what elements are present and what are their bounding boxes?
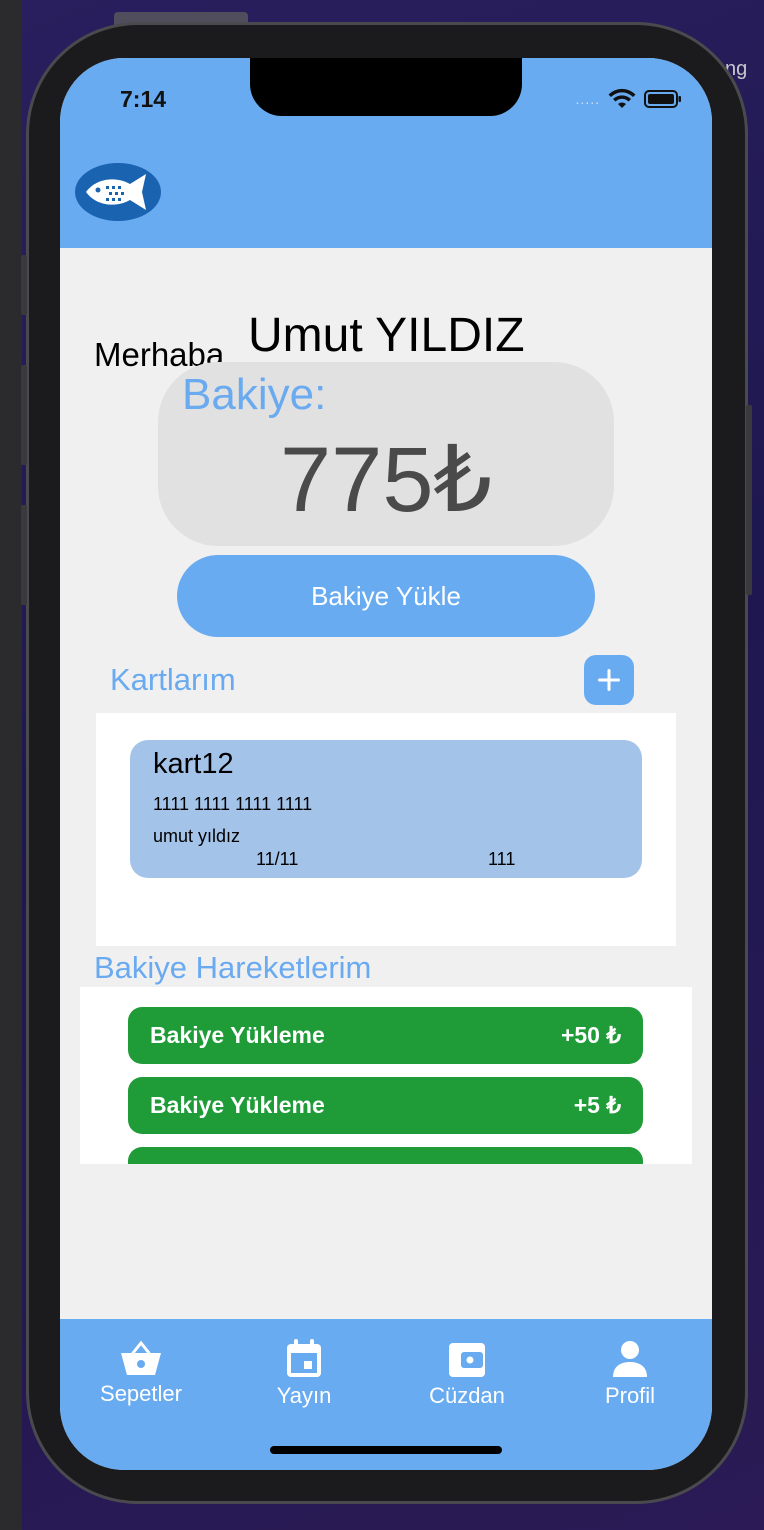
- tab-label: Yayın: [276, 1383, 332, 1408]
- card-name: kart12: [153, 748, 234, 780]
- signal-dots: .....: [575, 91, 600, 107]
- add-card-button[interactable]: [584, 655, 634, 705]
- tab-sepetler[interactable]: Sepetler: [81, 1339, 201, 1407]
- transactions-list[interactable]: Bakiye Yükleme +50 ₺ Bakiye Yükleme +5 ₺: [80, 987, 692, 1164]
- cards-section-title: Kartlarım: [110, 662, 236, 697]
- wifi-icon: [608, 88, 636, 108]
- tab-label: Sepetler: [100, 1381, 182, 1406]
- mute-switch: [21, 255, 27, 315]
- payment-card[interactable]: kart12 1111 1111 1111 1111 umut yıldız 1…: [130, 740, 642, 878]
- tab-label: Cüzdan: [429, 1383, 505, 1408]
- transaction-row[interactable]: Bakiye Yükleme +5 ₺: [128, 1077, 643, 1134]
- home-indicator[interactable]: [270, 1446, 502, 1454]
- transactions-section-title: Bakiye Hareketlerim: [94, 950, 372, 985]
- person-icon: [613, 1341, 647, 1377]
- user-name: Umut YILDIZ: [248, 309, 525, 362]
- basket-icon: [121, 1340, 161, 1375]
- desktop-side-panel: [0, 0, 22, 1530]
- status-time: 7:14: [120, 86, 167, 112]
- fish-logo-icon: [75, 163, 161, 221]
- wallet-icon: [449, 1343, 485, 1377]
- topup-button[interactable]: Bakiye Yükle: [177, 555, 595, 637]
- cards-list: kart12 1111 1111 1111 1111 umut yıldız 1…: [96, 713, 676, 946]
- card-expiry: 11/11: [256, 849, 299, 869]
- volume-down-button: [21, 505, 27, 605]
- app-screen: 7:14 ..... Merhaba, Umut YILDIZ Bakiye: …: [60, 58, 712, 1470]
- transaction-row[interactable]: Bakiye Yükleme +50 ₺: [128, 1007, 643, 1064]
- card-holder: umut yıldız: [153, 826, 241, 846]
- transaction-row[interactable]: [128, 1147, 643, 1164]
- transaction-label: Bakiye Yükleme: [150, 1092, 325, 1118]
- balance-card: Bakiye: 775₺: [158, 362, 614, 546]
- balance-label: Bakiye:: [182, 370, 327, 419]
- bottom-tab-bar: Sepetler Yayın Cüzdan Profil: [60, 1319, 712, 1470]
- battery-icon: [644, 90, 681, 108]
- tab-cuzdan[interactable]: Cüzdan: [407, 1339, 527, 1409]
- power-button: [746, 405, 752, 595]
- balance-value: 775₺: [279, 429, 493, 531]
- calendar-icon: [287, 1339, 321, 1377]
- volume-up-button: [21, 365, 27, 465]
- card-number: 1111 1111 1111 1111: [153, 794, 313, 814]
- card-cvv: 111: [488, 849, 516, 869]
- plus-icon: [598, 669, 620, 691]
- tab-profil[interactable]: Profil: [570, 1339, 690, 1409]
- camera-notch: [250, 58, 522, 116]
- tab-label: Profil: [604, 1383, 656, 1408]
- transaction-label: Bakiye Yükleme: [150, 1022, 325, 1048]
- status-icons: .....: [576, 88, 682, 110]
- transaction-amount: +5 ₺: [573, 1092, 621, 1118]
- tab-yayin[interactable]: Yayın: [244, 1339, 364, 1409]
- transaction-amount: +50 ₺: [560, 1022, 621, 1048]
